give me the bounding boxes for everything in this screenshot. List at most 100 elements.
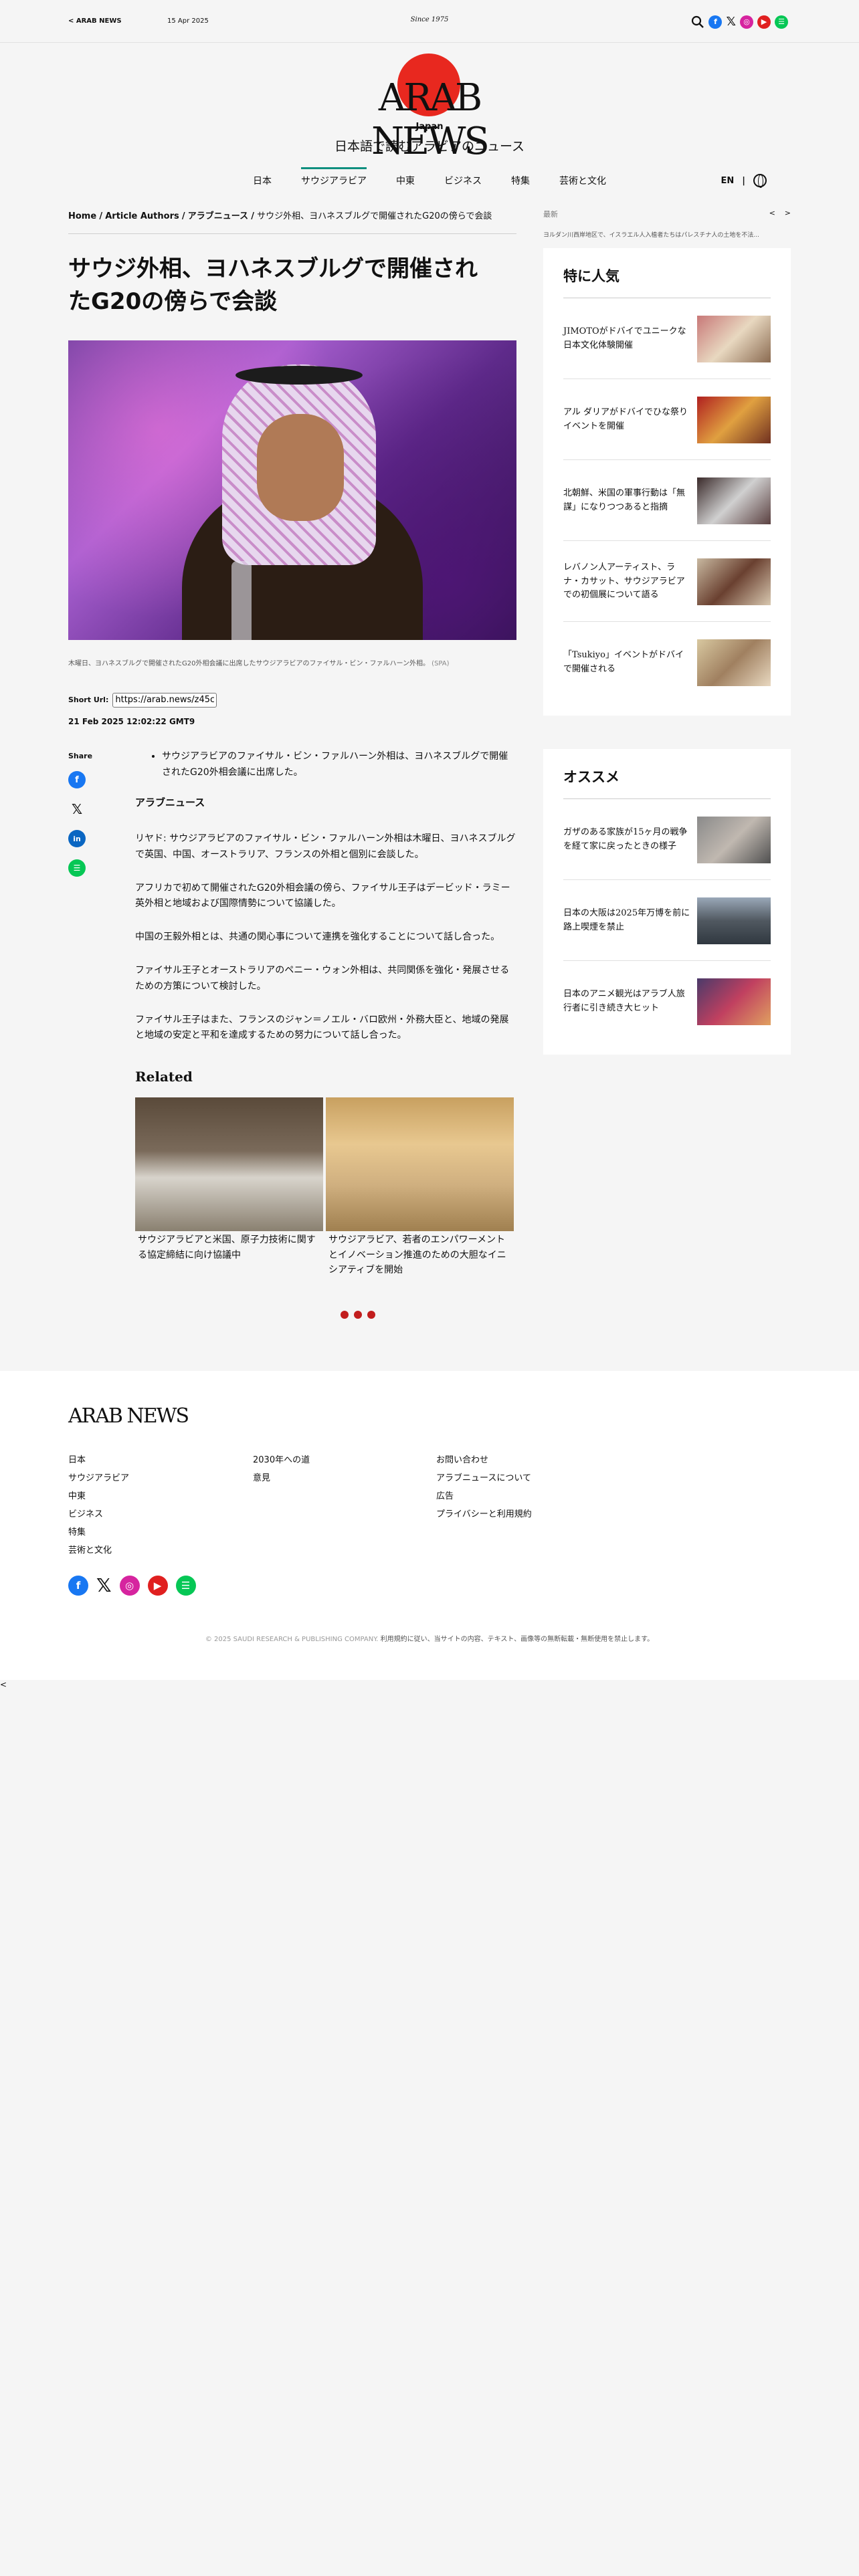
footer-logo[interactable]: ARAB NEWS — [68, 1404, 189, 1428]
popular-thumb[interactable] — [697, 558, 771, 605]
footer-link[interactable]: 日本 — [68, 1451, 129, 1469]
recommend-panel: オススメ ガザのある家族が15ヶ月の戦争を経て家に戻ったときの様子 日本の大阪は… — [543, 749, 791, 1055]
loading-dots — [341, 1311, 375, 1319]
related-title[interactable]: サウジアラビア、若者のエンパワーメントとイノベーション推進のための大胆なイニシア… — [326, 1232, 514, 1277]
article-hero-image — [68, 340, 516, 640]
search-icon[interactable] — [691, 15, 704, 29]
facebook-icon[interactable]: f — [68, 771, 86, 788]
copyright: © 2025 SAUDI RESEARCH & PUBLISHING COMPA… — [0, 1633, 859, 1643]
image-caption: 木曜日、ヨハネスブルグで開催されたG20外相会議に出席したサウジアラビアのファイ… — [68, 657, 516, 667]
instagram-icon[interactable]: ◎ — [740, 15, 753, 29]
popular-panel: 特に人気 JIMOTOがドバイでユニークな日本文化体験開催 アル ダリアがドバイ… — [543, 248, 791, 716]
popular-thumb[interactable] — [697, 639, 771, 686]
popular-title[interactable]: アル ダリアがドバイでひな祭りイベントを開催 — [563, 406, 690, 434]
popular-item[interactable]: 北朝鮮、米国の軍事行動は「無謀」になりつつあると指摘 — [563, 460, 771, 541]
breadcrumb-authors[interactable]: Article Authors — [105, 211, 179, 221]
nav-item-japan[interactable]: 日本 — [253, 170, 272, 191]
footer-link[interactable]: サウジアラビア — [68, 1469, 129, 1487]
x-icon[interactable]: 𝕏 — [96, 1576, 112, 1596]
instagram-icon[interactable]: ◎ — [119, 1576, 140, 1596]
related-image[interactable] — [326, 1097, 514, 1232]
footer-col-info: お問い合わせ アラブニュースについて 広告 プライバシーと利用規約 — [436, 1451, 532, 1523]
footer-link[interactable]: アラブニュースについて — [436, 1469, 532, 1487]
news-ticker: 最新 < > — [543, 209, 791, 219]
popular-title[interactable]: JIMOTOがドバイでユニークな日本文化体験開催 — [563, 325, 690, 353]
footer-link[interactable]: 特集 — [68, 1523, 129, 1541]
footer-link[interactable]: 2030年への道 — [253, 1451, 310, 1469]
related-title[interactable]: サウジアラビアと米国、原子力技術に関する協定締結に向け協議中 — [135, 1232, 323, 1263]
short-url-input[interactable] — [112, 692, 217, 708]
facebook-icon[interactable]: f — [708, 15, 723, 29]
popular-title[interactable]: 「Tsukiyo」イベントがドバイで開催される — [563, 649, 690, 677]
ticker-prev-button[interactable]: < — [769, 209, 775, 219]
line-icon[interactable]: ☰ — [775, 15, 788, 29]
ticker-label: 最新 — [543, 210, 558, 219]
facebook-icon[interactable]: f — [68, 1576, 88, 1596]
popular-item[interactable]: アル ダリアがドバイでひな祭りイベントを開催 — [563, 379, 771, 460]
nav-item-business[interactable]: ビジネス — [444, 170, 482, 191]
recommend-thumb[interactable] — [697, 978, 771, 1025]
recommend-item[interactable]: 日本のアニメ観光はアラブ人旅行者に引き続き大ヒット — [563, 961, 771, 1041]
recommend-thumb[interactable] — [697, 897, 771, 944]
footer-link[interactable]: ビジネス — [68, 1505, 129, 1523]
line-icon[interactable]: ☰ — [175, 1576, 196, 1596]
youtube-icon[interactable]: ▶ — [147, 1576, 168, 1596]
footer-link[interactable]: 意見 — [253, 1469, 310, 1487]
popular-thumb[interactable] — [697, 397, 771, 443]
caption-text: 木曜日、ヨハネスブルグで開催されたG20外相会議に出席したサウジアラビアのファイ… — [68, 659, 430, 667]
highlight-item: サウジアラビアのファイサル・ビン・ファルハーン外相は、ヨハネスブルグで開催された… — [162, 749, 516, 781]
footer-col-sections: 日本 サウジアラビア 中東 ビジネス 特集 芸術と文化 — [68, 1451, 129, 1560]
recommend-title[interactable]: 日本のアニメ観光はアラブ人旅行者に引き続き大ヒット — [563, 988, 690, 1016]
globe-icon[interactable] — [753, 174, 767, 188]
footer-link[interactable]: お問い合わせ — [436, 1451, 532, 1469]
recommend-title[interactable]: 日本の大阪は2025年万博を前に路上喫煙を禁止 — [563, 907, 690, 935]
popular-heading: 特に人気 — [563, 248, 771, 298]
popular-thumb[interactable] — [697, 316, 771, 362]
popular-thumb[interactable] — [697, 477, 771, 524]
nav-item-arts[interactable]: 芸術と文化 — [559, 170, 606, 191]
article-author[interactable]: アラブニュース — [135, 794, 516, 812]
stray-character: < — [0, 1680, 7, 1689]
related-item[interactable]: サウジアラビアと米国、原子力技術に関する協定締結に向け協議中 — [135, 1097, 323, 1277]
x-icon[interactable]: 𝕏 — [726, 15, 736, 29]
related-item[interactable]: サウジアラビア、若者のエンパワーメントとイノベーション推進のための大胆なイニシア… — [326, 1097, 514, 1277]
recommend-item[interactable]: 日本の大阪は2025年万博を前に路上喫煙を禁止 — [563, 880, 771, 961]
breadcrumb-home[interactable]: Home — [68, 211, 96, 221]
loading-dot — [341, 1311, 349, 1319]
nav-item-saudi[interactable]: サウジアラビア — [301, 167, 367, 191]
caption-source: (SPA) — [432, 659, 450, 667]
share-label: Share — [68, 752, 93, 760]
popular-title[interactable]: 北朝鮮、米国の軍事行動は「無謀」になりつつあると指摘 — [563, 487, 690, 515]
language-switch: EN | — [721, 174, 767, 188]
article-main: Home / Article Authors / アラブニュース / サウジ外相… — [68, 209, 516, 1275]
breadcrumb: Home / Article Authors / アラブニュース / サウジ外相… — [68, 209, 516, 234]
footer-link[interactable]: 広告 — [436, 1487, 532, 1505]
popular-title[interactable]: レバノン人アーティスト、ラナ・カサット、サウジアラビアでの初個展について語る — [563, 561, 690, 603]
related-heading: Related — [135, 1069, 193, 1085]
article-body: サウジアラビアのファイサル・ビン・ファルハーン外相は、ヨハネスブルグで開催された… — [135, 749, 516, 1277]
footer-link[interactable]: 中東 — [68, 1487, 129, 1505]
youtube-icon[interactable]: ▶ — [757, 15, 771, 29]
footer-link[interactable]: 芸術と文化 — [68, 1541, 129, 1560]
footer-link[interactable]: プライバシーと利用規約 — [436, 1505, 532, 1523]
popular-item[interactable]: 「Tsukiyo」イベントがドバイで開催される — [563, 622, 771, 702]
recommend-item[interactable]: ガザのある家族が15ヶ月の戦争を経て家に戻ったときの様子 — [563, 799, 771, 880]
line-icon[interactable]: ☰ — [68, 859, 86, 877]
related-image[interactable] — [135, 1097, 323, 1232]
site-footer: ARAB NEWS 日本 サウジアラビア 中東 ビジネス 特集 芸術と文化 20… — [0, 1371, 859, 1680]
nav-item-middle-east[interactable]: 中東 — [396, 170, 415, 191]
site-logo[interactable]: ARAB NEWS Japan — [328, 49, 531, 163]
article-title: サウジ外相、ヨハネスブルグで開催されたG20の傍らで会談 — [68, 255, 478, 316]
ticker-next-button[interactable]: > — [785, 209, 791, 219]
recommend-thumb[interactable] — [697, 817, 771, 863]
breadcrumb-section[interactable]: アラブニュース — [188, 211, 248, 221]
popular-item[interactable]: レバノン人アーティスト、ラナ・カサット、サウジアラビアでの初個展について語る — [563, 541, 771, 622]
breadcrumb-sep: / — [99, 211, 103, 221]
x-icon[interactable]: 𝕏 — [68, 800, 86, 818]
recommend-title[interactable]: ガザのある家族が15ヶ月の戦争を経て家に戻ったときの様子 — [563, 826, 690, 854]
lang-en-link[interactable]: EN — [721, 176, 734, 186]
nav-item-features[interactable]: 特集 — [511, 170, 530, 191]
ticker-headline[interactable]: ヨルダン川西岸地区で、イスラエル人入植者たちはパレスチナ人の土地を不法... — [543, 230, 791, 239]
popular-item[interactable]: JIMOTOがドバイでユニークな日本文化体験開催 — [563, 298, 771, 379]
linkedin-icon[interactable]: in — [68, 830, 86, 847]
